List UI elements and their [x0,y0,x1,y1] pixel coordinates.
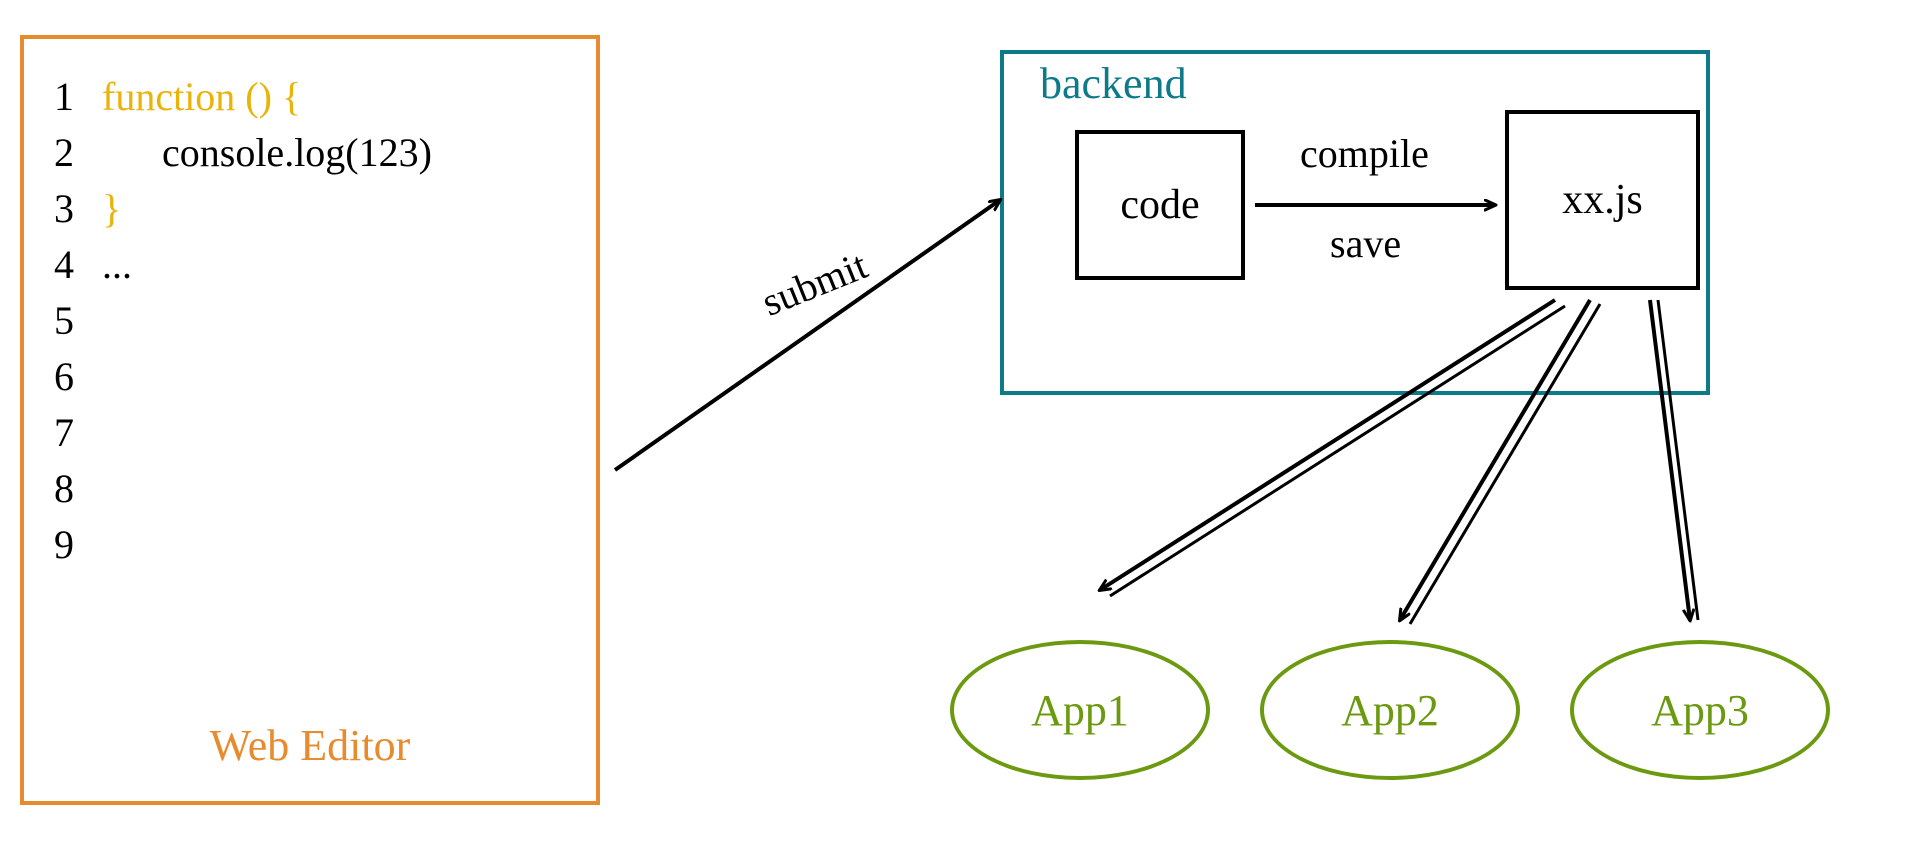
code-line-4: 4 ... [54,237,566,293]
code-line-8: 8 [54,461,566,517]
line-number: 4 [54,237,102,293]
line-number: 2 [54,125,102,181]
code-line-7: 7 [54,405,566,461]
editor-title: Web Editor [24,720,596,771]
backend-title: backend [1040,58,1187,109]
line-number: 3 [54,181,102,237]
output-node-label: xx.js [1562,176,1643,224]
line-number: 5 [54,293,102,349]
submit-label: submit [755,241,874,325]
code-line-9: 9 [54,517,566,573]
code-node-label: code [1120,181,1199,229]
code-text: ... [102,237,132,293]
compile-label: compile [1300,130,1429,177]
code-line-6: 6 [54,349,566,405]
app-label: App3 [1651,685,1749,736]
app-node-2: App2 [1260,640,1520,780]
app-label: App1 [1031,685,1129,736]
code-node: code [1075,130,1245,280]
code-line-1: 1 function () { [54,69,566,125]
web-editor-panel: 1 function () { 2 console.log(123) 3 } 4… [20,35,600,805]
line-number: 9 [54,517,102,573]
code-area: 1 function () { 2 console.log(123) 3 } 4… [24,39,596,583]
line-number: 7 [54,405,102,461]
line-number: 6 [54,349,102,405]
arrow-submit [615,200,1000,470]
app-node-1: App1 [950,640,1210,780]
line-number: 8 [54,461,102,517]
code-line-3: 3 } [54,181,566,237]
app-label: App2 [1341,685,1439,736]
line-number: 1 [54,69,102,125]
code-text: } [102,181,121,237]
output-node: xx.js [1505,110,1700,290]
code-text: console.log(123) [102,125,432,181]
save-label: save [1330,220,1401,267]
app-node-3: App3 [1570,640,1830,780]
code-line-2: 2 console.log(123) [54,125,566,181]
code-line-5: 5 [54,293,566,349]
code-text: function () { [102,69,301,125]
